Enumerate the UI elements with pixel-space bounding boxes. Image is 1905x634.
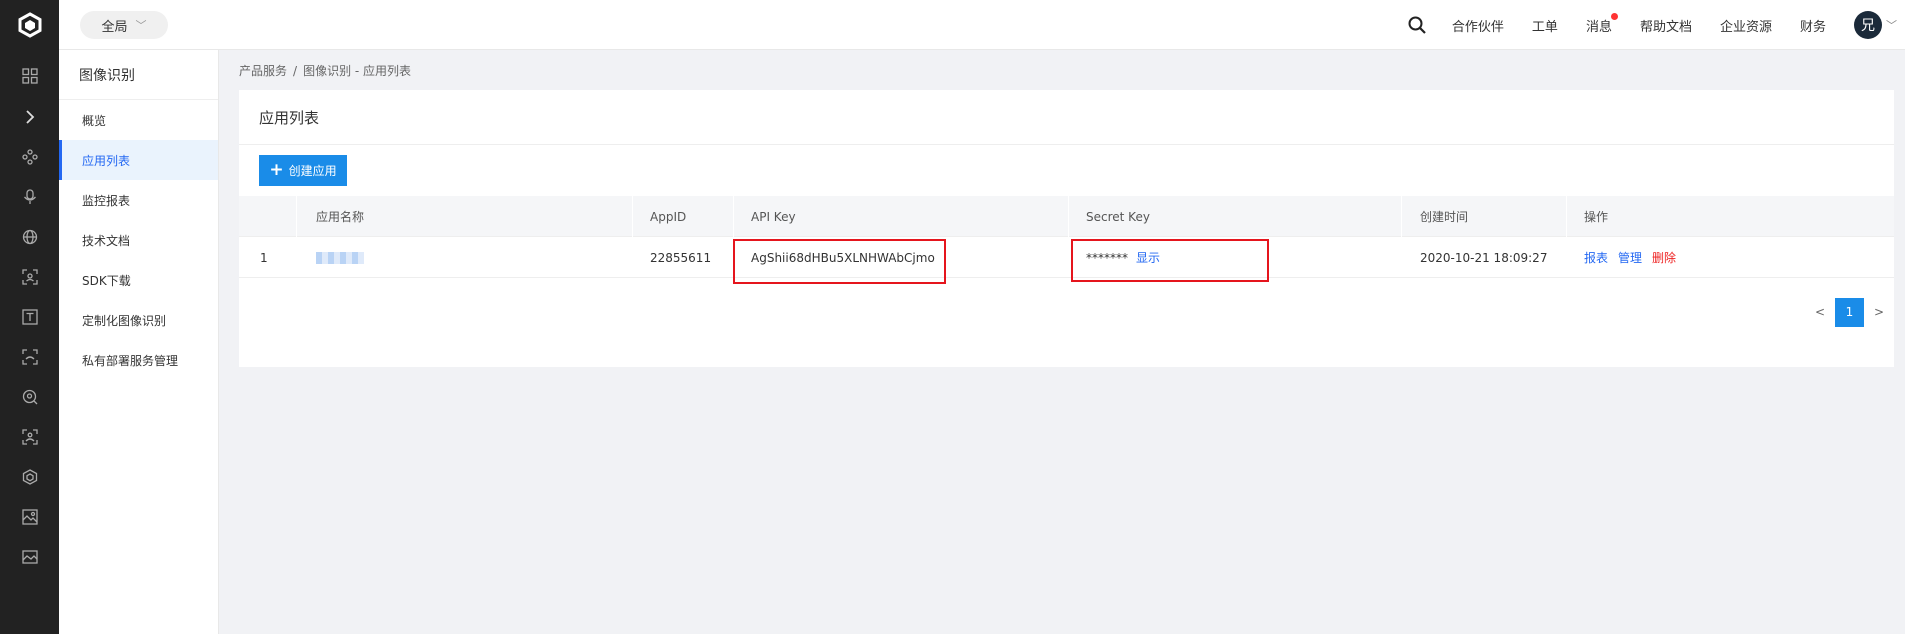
delete-link[interactable]: 删除 (1652, 249, 1676, 266)
scope-selector[interactable]: 全局 ﹀ (80, 11, 168, 39)
manage-link[interactable]: 管理 (1618, 249, 1642, 266)
nav-finance[interactable]: 财务 (1800, 16, 1826, 35)
page-title: 应用列表 (239, 90, 1894, 145)
microphone-icon (23, 189, 36, 204)
header-app-name: 应用名称 (316, 210, 365, 224)
chevron-down-icon[interactable]: ﹀ (1886, 17, 1897, 33)
subnav-item-app-list[interactable]: 应用列表 (59, 140, 218, 180)
scope-label: 全局 (101, 19, 128, 35)
column-divider (733, 196, 734, 237)
subnav-item-overview[interactable]: 概览 (59, 100, 218, 140)
subnav-item-tech-docs[interactable]: 技术文档 (59, 220, 218, 260)
subnav-item-sdk-download[interactable]: SDK下载 (59, 260, 218, 300)
row-index: 1 (260, 250, 268, 265)
globe-icon (22, 229, 37, 245)
app-list-panel: 应用列表 + 创建应用 应用名称 AppID API Key Secret Ke… (239, 90, 1894, 367)
subnav-title: 图像识别 (59, 50, 218, 100)
text-icon (21, 309, 38, 325)
app-id-cell: 22855611 (650, 250, 712, 265)
scan-icon (21, 269, 38, 285)
created-at-cell: 2020-10-21 18:09:27 (1420, 250, 1548, 265)
nav-tickets[interactable]: 工单 (1532, 16, 1558, 35)
app-root: 全局 ﹀ 合作伙伴 工单 消息 帮助文档 企业资源 财务 兄 ﹀ 图像识别 概览… (0, 0, 1905, 634)
rail-item-cube[interactable] (0, 457, 59, 497)
rail-item-text[interactable] (0, 297, 59, 337)
header-created-at: 创建时间 (1420, 210, 1469, 224)
rail-item-image-recognition[interactable] (0, 497, 59, 537)
breadcrumb-separator: / (293, 64, 298, 78)
rail-item-globe[interactable] (0, 217, 59, 257)
header-app-id: AppID (650, 209, 687, 224)
cloud-logo-icon (18, 12, 41, 38)
column-divider (1566, 196, 1567, 237)
nav-partners[interactable]: 合作伙伴 (1452, 16, 1504, 35)
column-divider (296, 196, 297, 237)
rail-item-face[interactable] (0, 337, 59, 377)
breadcrumb: 产品服务 / 图像识别 - 应用列表 (239, 62, 411, 79)
rail-item-face-search[interactable] (0, 377, 59, 417)
app-table: 应用名称 AppID API Key Secret Key 创建时间 操作 1 … (239, 196, 1894, 284)
header-secret-key: Secret Key (1086, 209, 1150, 224)
nav-messages[interactable]: 消息 (1585, 12, 1618, 35)
column-divider (1401, 196, 1402, 237)
chevron-down-icon: ﹀ (135, 19, 147, 32)
notification-dot (1610, 12, 1618, 20)
column-divider (632, 196, 633, 237)
grid-icon (21, 68, 38, 84)
pagination: < 1 > (1805, 297, 1894, 327)
top-bar: 全局 ﹀ 合作伙伴 工单 消息 帮助文档 企业资源 财务 兄 ﹀ (0, 0, 1905, 50)
actions-cell: 报表 管理 删除 (1584, 237, 1676, 278)
avatar[interactable]: 兄 (1854, 11, 1882, 39)
icon-rail (0, 50, 59, 634)
create-app-button[interactable]: + 创建应用 (259, 155, 347, 186)
breadcrumb-current: 图像识别 - 应用列表 (303, 64, 412, 78)
create-app-label: 创建应用 (288, 164, 337, 178)
column-divider (1068, 196, 1069, 237)
next-page-button[interactable]: > (1864, 305, 1894, 319)
header-api-key: API Key (751, 209, 796, 224)
subnav-item-private-deployment[interactable]: 私有部署服务管理 (59, 340, 218, 380)
nav-messages-label: 消息 (1585, 19, 1612, 35)
face-icon (21, 349, 38, 365)
secret-key-highlight-box (1071, 239, 1269, 282)
subnav-item-monitoring[interactable]: 监控报表 (59, 180, 218, 220)
report-link[interactable]: 报表 (1584, 249, 1608, 266)
sub-navigation: 图像识别 概览 应用列表 监控报表 技术文档 SDK下载 定制化图像识别 私有部… (59, 50, 219, 634)
app-name-cell[interactable] (316, 237, 364, 278)
body-icon (21, 429, 38, 445)
expand-icon (25, 110, 34, 124)
rail-item-scan[interactable] (0, 257, 59, 297)
page-1-button[interactable]: 1 (1835, 297, 1864, 327)
search-icon (1408, 16, 1426, 34)
network-icon (21, 149, 38, 165)
table-row: 1 22855611 AgShii68dHBu5XLNHWAbCjmo ****… (239, 237, 1894, 278)
rail-item-expand[interactable] (0, 97, 59, 137)
header-actions: 操作 (1584, 210, 1609, 224)
logo[interactable] (0, 0, 59, 50)
plus-icon: + (269, 160, 284, 180)
nav-help-docs[interactable]: 帮助文档 (1640, 16, 1692, 35)
prev-page-button[interactable]: < (1805, 305, 1835, 319)
search-face-icon (22, 389, 37, 405)
search-button[interactable] (1402, 16, 1432, 34)
rail-item-network[interactable] (0, 137, 59, 177)
cube-icon (22, 469, 37, 485)
subnav-item-custom-recognition[interactable]: 定制化图像识别 (59, 300, 218, 340)
api-key-highlight-box (733, 239, 946, 284)
nav-enterprise-resources[interactable]: 企业资源 (1720, 16, 1772, 35)
redacted-app-name[interactable] (316, 251, 364, 264)
rail-item-grid[interactable] (0, 56, 59, 96)
breadcrumb-root[interactable]: 产品服务 (239, 64, 287, 78)
table-header: 应用名称 AppID API Key Secret Key 创建时间 操作 (239, 196, 1894, 237)
image-icon (21, 550, 38, 564)
top-right-nav: 合作伙伴 工单 消息 帮助文档 企业资源 财务 兄 ﹀ (1402, 0, 1905, 50)
rail-item-body[interactable] (0, 417, 59, 457)
image-recognition-icon (21, 509, 38, 525)
rail-item-image[interactable] (0, 537, 59, 577)
rail-item-speech[interactable] (0, 177, 59, 217)
